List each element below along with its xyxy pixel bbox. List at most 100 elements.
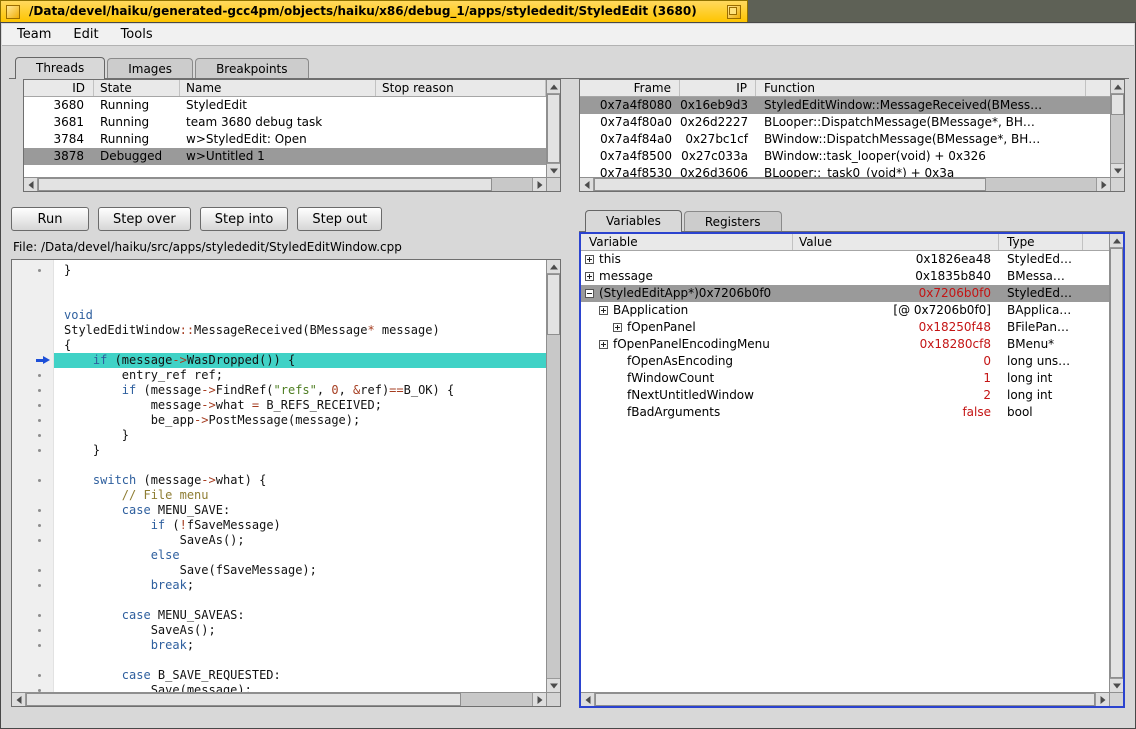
scroll-track[interactable] [1110, 248, 1123, 678]
column-header-stop-reason[interactable]: Stop reason [376, 80, 546, 96]
scroll-thumb[interactable] [26, 693, 461, 706]
column-header-ip[interactable]: IP [680, 80, 756, 96]
gutter-cell[interactable] [12, 623, 54, 638]
expand-icon[interactable] [585, 255, 594, 264]
variable-row[interactable]: message0x1835b840BMessa… [581, 268, 1109, 285]
step-out-button[interactable]: Step out [297, 207, 382, 231]
variable-row[interactable]: BApplication[@ 0x7206b0f0]BApplica… [581, 302, 1109, 319]
top-tab-threads[interactable]: Threads [15, 57, 105, 79]
source-vscrollbar[interactable] [546, 260, 560, 692]
scroll-left-button[interactable] [580, 178, 594, 191]
scroll-up-button[interactable] [547, 260, 560, 274]
expand-icon[interactable] [613, 323, 622, 332]
scroll-down-button[interactable] [1110, 678, 1123, 692]
menu-edit[interactable]: Edit [62, 24, 109, 45]
gutter-cell[interactable] [12, 353, 54, 368]
variables-vscrollbar[interactable] [1109, 234, 1123, 692]
zoom-icon[interactable] [727, 5, 741, 19]
scroll-track[interactable] [26, 693, 532, 706]
gutter-cell[interactable] [12, 368, 54, 383]
gutter-cell[interactable] [12, 428, 54, 443]
column-header-type[interactable]: Type [999, 234, 1083, 250]
scroll-right-button[interactable] [532, 693, 546, 706]
variable-row[interactable]: (StyledEditApp*)0x7206b0f00x7206b0f0Styl… [581, 285, 1109, 302]
column-header-frame[interactable]: Frame [580, 80, 680, 96]
threads-vscrollbar[interactable] [546, 80, 560, 177]
column-header-state[interactable]: State [94, 80, 180, 96]
gutter-cell[interactable] [12, 458, 54, 473]
vars-tab-variables[interactable]: Variables [585, 210, 682, 232]
stack-frame-row[interactable]: 0x7a4f80800x16eb9d3StyledEditWindow::Mes… [580, 97, 1110, 114]
gutter-cell[interactable] [12, 323, 54, 338]
menu-tools[interactable]: Tools [110, 24, 164, 45]
thread-row[interactable]: 3878Debuggedw>Untitled 1 [24, 148, 546, 165]
expand-icon[interactable] [585, 272, 594, 281]
expand-icon[interactable] [599, 340, 608, 349]
stack-hscrollbar[interactable] [580, 177, 1110, 191]
stack-frame-row[interactable]: 0x7a4f84a00x27bc1cfBWindow::DispatchMess… [580, 131, 1110, 148]
scroll-up-button[interactable] [1111, 80, 1124, 94]
gutter-cell[interactable] [12, 398, 54, 413]
collapse-icon[interactable] [585, 289, 594, 298]
gutter-cell[interactable] [12, 548, 54, 563]
expand-icon[interactable] [599, 306, 608, 315]
variable-row[interactable]: fOpenPanelEncodingMenu0x18280cf8BMenu* [581, 336, 1109, 353]
scroll-down-button[interactable] [547, 678, 560, 692]
gutter-cell[interactable] [12, 683, 54, 692]
scroll-track[interactable] [38, 178, 532, 191]
scroll-left-button[interactable] [12, 693, 26, 706]
thread-row[interactable]: 3681Runningteam 3680 debug task [24, 114, 546, 131]
run-button[interactable]: Run [11, 207, 89, 231]
thread-row[interactable]: 3680RunningStyledEdit [24, 97, 546, 114]
variable-row[interactable]: fBadArgumentsfalsebool [581, 404, 1109, 421]
scroll-left-button[interactable] [581, 693, 595, 706]
variable-row[interactable]: this0x1826ea48StyledEd… [581, 251, 1109, 268]
column-header-function[interactable]: Function [756, 80, 1086, 96]
gutter-cell[interactable] [12, 668, 54, 683]
scroll-down-button[interactable] [1111, 163, 1124, 177]
gutter-cell[interactable] [12, 533, 54, 548]
gutter-cell[interactable] [12, 338, 54, 353]
gutter-cell[interactable] [12, 593, 54, 608]
thread-row[interactable]: 3784Runningw>StyledEdit: Open [24, 131, 546, 148]
scroll-up-button[interactable] [1110, 234, 1123, 248]
close-icon[interactable] [6, 5, 20, 19]
gutter-cell[interactable] [12, 638, 54, 653]
source-hscrollbar[interactable] [12, 692, 546, 706]
scroll-track[interactable] [595, 693, 1095, 706]
gutter-cell[interactable] [12, 293, 54, 308]
gutter-cell[interactable] [12, 383, 54, 398]
scroll-up-button[interactable] [547, 80, 560, 94]
scroll-track[interactable] [594, 178, 1096, 191]
scroll-thumb[interactable] [594, 178, 986, 191]
scroll-thumb[interactable] [1111, 94, 1124, 115]
scroll-thumb[interactable] [547, 274, 560, 335]
gutter-cell[interactable] [12, 443, 54, 458]
gutter-cell[interactable] [12, 503, 54, 518]
vars-tab-registers[interactable]: Registers [684, 211, 782, 231]
scroll-thumb[interactable] [595, 693, 1095, 706]
scroll-thumb[interactable] [38, 178, 492, 191]
gutter-cell[interactable] [12, 563, 54, 578]
scroll-track[interactable] [1111, 94, 1124, 163]
scroll-thumb[interactable] [547, 94, 560, 163]
gutter-cell[interactable] [12, 278, 54, 293]
column-header-name[interactable]: Name [180, 80, 376, 96]
gutter-cell[interactable] [12, 608, 54, 623]
threads-hscrollbar[interactable] [24, 177, 546, 191]
scroll-track[interactable] [547, 274, 560, 678]
gutter-cell[interactable] [12, 263, 54, 278]
stack-vscrollbar[interactable] [1110, 80, 1124, 177]
gutter-cell[interactable] [12, 578, 54, 593]
scroll-right-button[interactable] [532, 178, 546, 191]
scroll-right-button[interactable] [1096, 178, 1110, 191]
stack-frame-row[interactable]: 0x7a4f80a00x26d2227BLooper::DispatchMess… [580, 114, 1110, 131]
gutter-cell[interactable] [12, 653, 54, 668]
stack-frame-row[interactable]: 0x7a4f85000x27c033aBWindow::task_looper(… [580, 148, 1110, 165]
step-into-button[interactable]: Step into [200, 207, 289, 231]
scroll-down-button[interactable] [547, 163, 560, 177]
stack-frame-row[interactable]: 0x7a4f85300x26d3606BLooper::_task0_(void… [580, 165, 1110, 177]
gutter-cell[interactable] [12, 473, 54, 488]
column-header-id[interactable]: ID [24, 80, 94, 96]
variables-hscrollbar[interactable] [581, 692, 1109, 706]
